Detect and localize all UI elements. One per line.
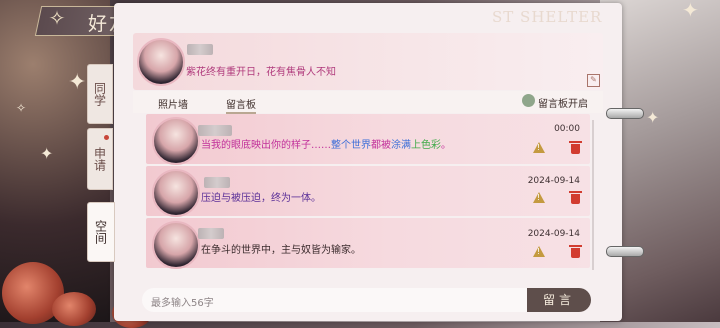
brand-watermark: ST SHELTER [492,8,603,26]
message-segment: 。 [441,140,451,151]
report-icon[interactable]: ! [533,192,545,203]
tab-label: 同学 [92,82,107,106]
binder-ring [606,246,644,257]
message-segment: 都被 [371,140,391,151]
avatar[interactable] [152,169,200,217]
delete-icon[interactable] [569,191,582,204]
profile-card [133,33,603,90]
tab-space[interactable]: 空间 [87,202,115,262]
message-row: 2024-09-14 在争斗的世界中，主与奴皆为输家。 ! [146,218,590,269]
tab-classmates[interactable]: 同学 [87,64,113,124]
tab-requests[interactable]: 申请 [87,128,113,190]
avatar[interactable] [152,221,200,269]
message-date: 00:00 [554,124,580,134]
message-text: 在争斗的世界中，主与奴皆为输家。 [201,241,361,256]
message-input-placeholder: 最多输入56字 [151,298,214,309]
rose-decoration [52,292,96,326]
message-date: 2024-09-14 [527,229,580,239]
star-icon: ✦ [40,144,54,163]
notification-dot [104,135,109,140]
report-icon[interactable]: ! [533,246,545,257]
tab-photo-wall[interactable]: 照片墙 [158,96,188,111]
star-icon: ✦ [646,108,660,127]
message-segment: 涂满 [391,140,411,151]
avatar[interactable] [152,117,200,165]
message-row: 00:00 当我的眼底映出你的样子……整个世界都被涂满上色彩。 ! [146,114,590,165]
tab-label: 申请 [92,147,107,171]
sender-name [198,228,224,239]
profile-name [187,44,213,55]
star-icon: ✦ [682,0,699,22]
delete-icon[interactable] [569,141,582,154]
message-scrollbar[interactable] [592,120,594,270]
message-row: 2024-09-14 压迫与被压迫，终为一体。 ! [146,166,590,217]
edit-icon[interactable]: ✎ [587,74,600,87]
report-icon[interactable]: ! [533,142,545,153]
binder-ring [606,108,644,119]
message-text: 当我的眼底映出你的样子……整个世界都被涂满上色彩。 [201,136,451,151]
message-segment: 当我的眼底映出你的样子…… [201,140,331,151]
close-icon[interactable]: ✧ [44,5,70,31]
message-text: 压迫与被压迫，终为一体。 [201,189,321,204]
delete-icon[interactable] [569,245,582,258]
message-segment: 压迫与被压迫，终为一体。 [201,193,321,204]
star-icon: ✦ [68,70,87,95]
sender-name [198,125,232,136]
avatar[interactable] [137,38,185,86]
message-segment: 上色彩 [411,140,441,151]
send-message-button[interactable]: 留言 [527,288,591,312]
board-toggle-label[interactable]: 留言板开启 [538,95,588,110]
tab-message-board[interactable]: 留言板 [226,96,256,114]
board-toggle-icon[interactable] [522,94,535,107]
message-segment: 整个世界 [331,140,371,151]
sender-name [204,177,230,188]
message-segment: 在争斗的世界中，主与奴皆为输家。 [201,245,361,256]
tab-label: 空间 [93,220,108,244]
profile-signature: 紫花终有重开日，花有焦骨人不知 [186,67,336,78]
star-icon: ✧ [16,101,27,115]
message-date: 2024-09-14 [527,176,580,186]
